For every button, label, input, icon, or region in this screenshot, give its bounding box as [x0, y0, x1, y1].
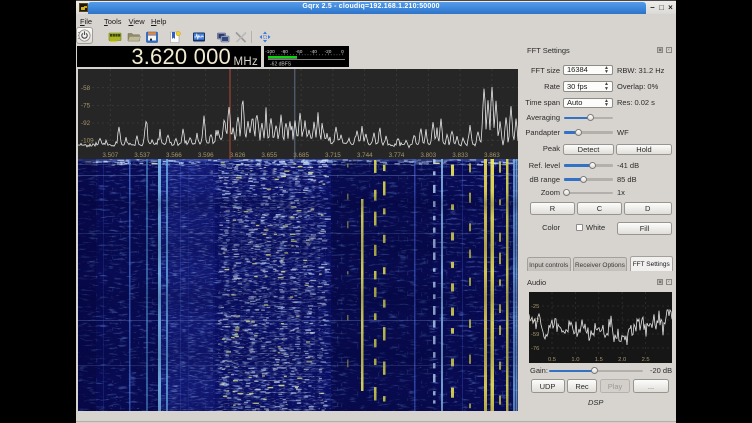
svg-text:3.685: 3.685: [293, 152, 309, 159]
svg-text:3.803: 3.803: [420, 152, 436, 159]
svg-text:3.596: 3.596: [198, 152, 214, 159]
svg-text:3.537: 3.537: [134, 152, 150, 159]
svg-text:-76: -76: [531, 346, 539, 352]
svg-text:-59: -59: [531, 332, 539, 338]
svg-text:3.655: 3.655: [261, 152, 277, 159]
svg-text:3.833: 3.833: [452, 152, 468, 159]
svg-text:2.0: 2.0: [618, 357, 626, 363]
svg-text:3.744: 3.744: [357, 152, 373, 159]
svg-text:3.863: 3.863: [484, 152, 500, 159]
svg-text:-75: -75: [81, 103, 91, 110]
svg-text:-92: -92: [81, 120, 91, 127]
svg-text:-109: -109: [81, 138, 94, 145]
svg-text:2.5: 2.5: [642, 357, 650, 363]
svg-text:1.0: 1.0: [571, 357, 579, 363]
svg-text:-58: -58: [81, 85, 91, 92]
svg-text:3.507: 3.507: [102, 152, 118, 159]
svg-text:3.715: 3.715: [325, 152, 341, 159]
svg-text:3.566: 3.566: [166, 152, 182, 159]
svg-text:-25: -25: [531, 304, 539, 310]
svg-text:3.774: 3.774: [389, 152, 405, 159]
svg-text:1.5: 1.5: [595, 357, 603, 363]
svg-text:3.626: 3.626: [230, 152, 246, 159]
svg-text:0.5: 0.5: [548, 357, 556, 363]
svg-text:-62 dBFS: -62 dBFS: [270, 62, 292, 67]
